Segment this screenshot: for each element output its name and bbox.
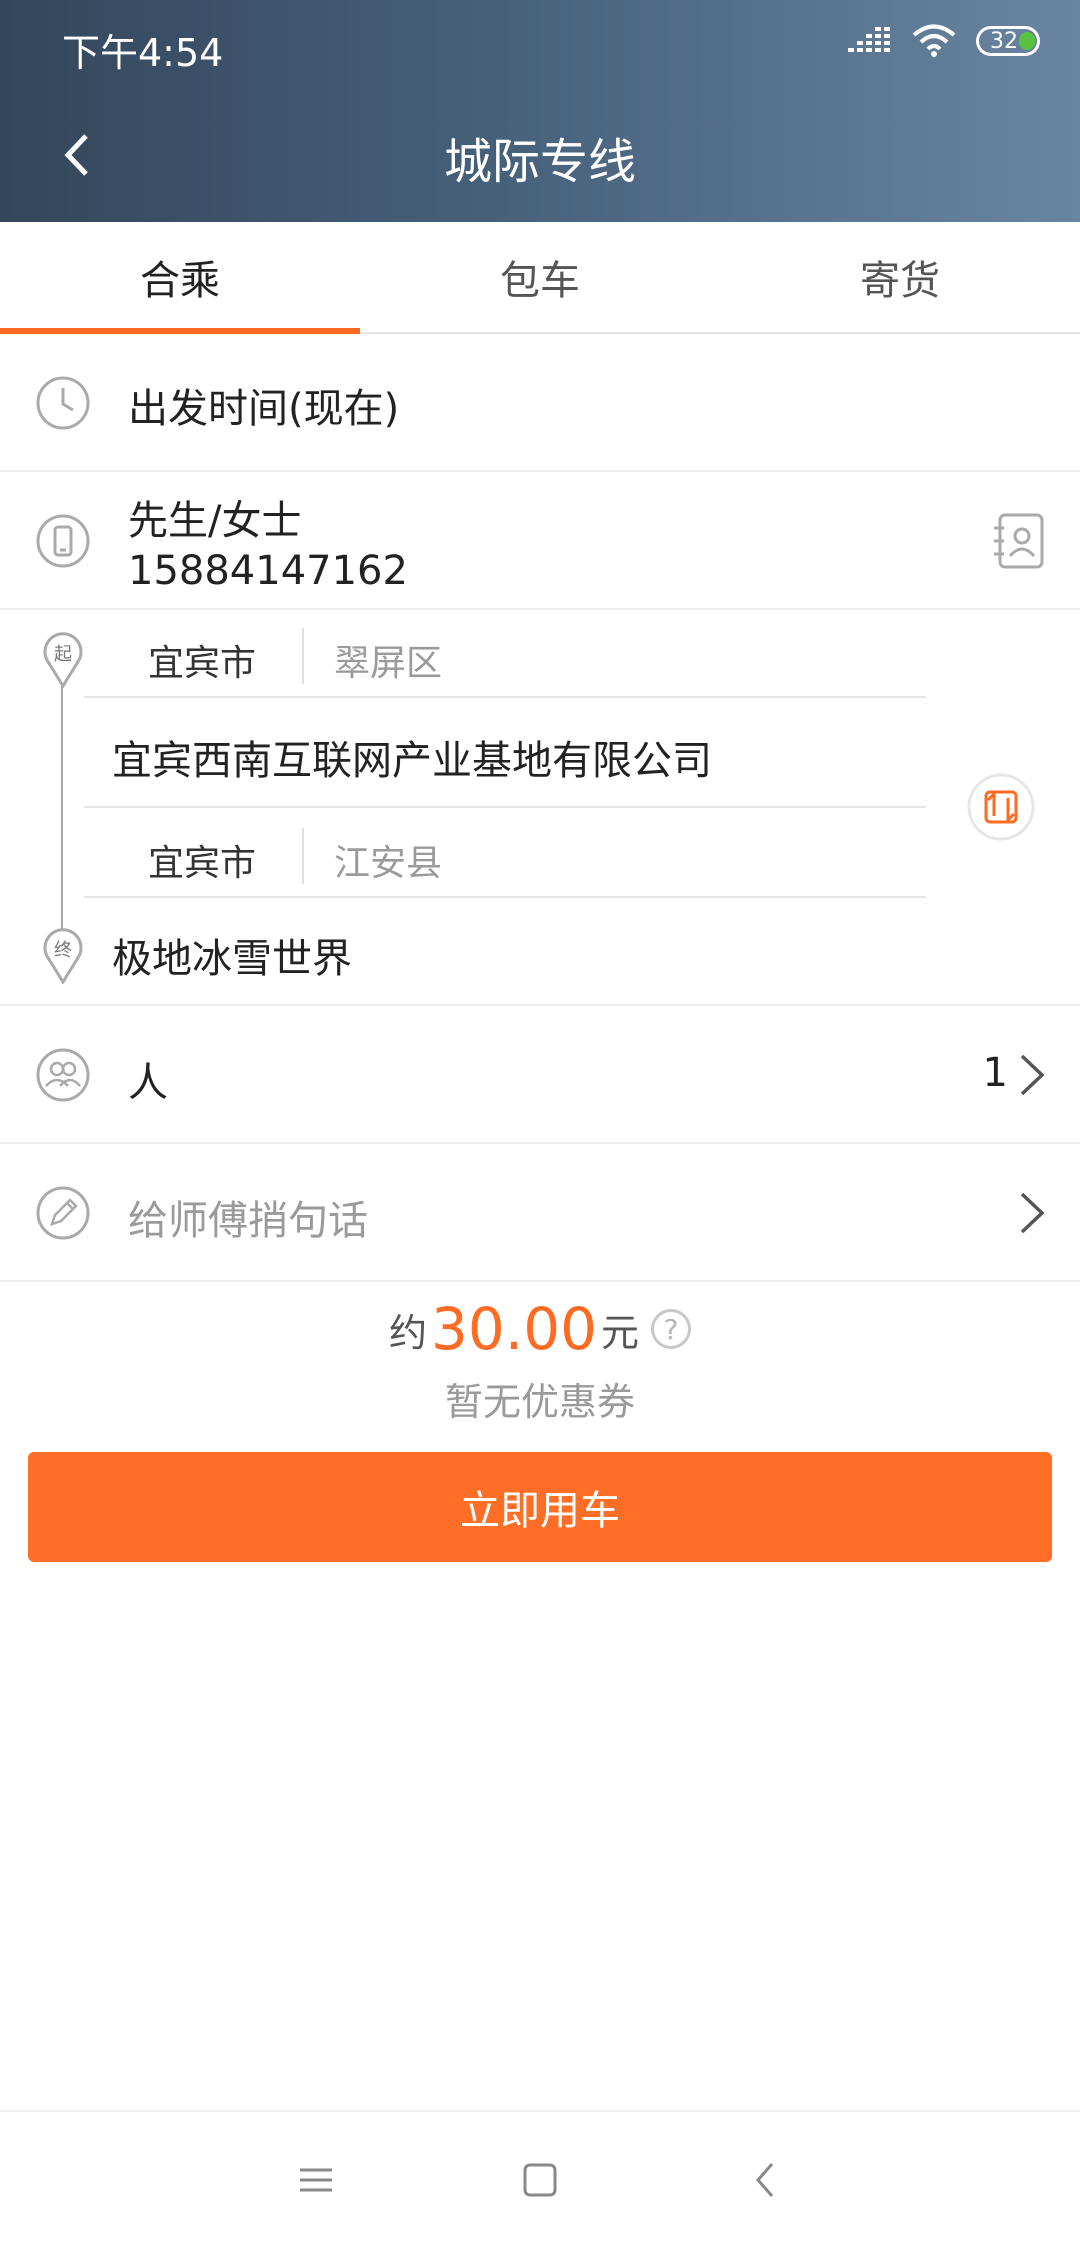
chevron-right-icon bbox=[1020, 1192, 1045, 1234]
status-icons: 32 bbox=[848, 24, 1040, 58]
status-time: 下午4:54 bbox=[62, 31, 224, 75]
price-summary: 约 30.00 元 ? 暂无优惠券 bbox=[0, 1295, 1080, 1426]
end-city[interactable]: 宜宾市 bbox=[148, 834, 256, 886]
clock-icon bbox=[36, 376, 90, 430]
contact-phone: 15884147162 bbox=[128, 548, 408, 594]
price-amount: 30.00 bbox=[430, 1295, 598, 1363]
route-divider-2 bbox=[84, 806, 926, 808]
message-row[interactable]: 给师傅捎句话 bbox=[0, 1144, 1080, 1282]
book-now-button[interactable]: 立即用车 bbox=[28, 1452, 1052, 1562]
help-icon[interactable]: ? bbox=[651, 1309, 692, 1349]
back-nav-icon[interactable] bbox=[736, 2150, 796, 2210]
route-divider-1 bbox=[84, 696, 926, 698]
wifi-icon bbox=[912, 24, 956, 57]
contact-row[interactable]: 先生/女士 15884147162 bbox=[0, 472, 1080, 610]
tab-charter[interactable]: 包车 bbox=[360, 222, 720, 332]
mode-tabs: 合乘 包车 寄货 bbox=[0, 222, 1080, 334]
tab-carpool[interactable]: 合乘 bbox=[0, 222, 360, 332]
pencil-icon bbox=[36, 1186, 90, 1240]
passenger-row[interactable]: 人 1 bbox=[0, 1006, 1080, 1144]
start-marker-label: 起 bbox=[54, 644, 72, 665]
phone-icon bbox=[36, 514, 90, 568]
passenger-label: 人 bbox=[128, 1060, 168, 1106]
coupon-status[interactable]: 暂无优惠券 bbox=[0, 1371, 1080, 1426]
home-icon[interactable] bbox=[510, 2150, 570, 2210]
passenger-count: 1 bbox=[982, 1050, 1008, 1096]
message-placeholder: 给师傅捎句话 bbox=[128, 1198, 368, 1244]
battery-icon: 32 bbox=[976, 26, 1040, 56]
end-marker-label: 终 bbox=[54, 940, 72, 961]
price-unit: 元 bbox=[601, 1310, 640, 1355]
end-address[interactable]: 极地冰雪世界 bbox=[112, 926, 352, 984]
swap-route-icon[interactable] bbox=[966, 772, 1036, 842]
app-header: 下午4:54 32 城际专线 bbox=[0, 0, 1080, 222]
page-title: 城际专线 bbox=[443, 134, 636, 190]
battery-level: 32 bbox=[990, 28, 1018, 54]
price-prefix: 约 bbox=[388, 1310, 427, 1355]
departure-time-row[interactable]: 出发时间(现在) bbox=[0, 334, 1080, 472]
end-city-divider bbox=[302, 828, 304, 884]
signal-icon bbox=[848, 27, 890, 52]
route-track bbox=[61, 680, 63, 938]
start-address[interactable]: 宜宾西南互联网产业基地有限公司 bbox=[112, 728, 712, 786]
departure-time-label: 出发时间(现在) bbox=[128, 386, 400, 432]
passengers-icon bbox=[36, 1048, 90, 1102]
contacts-book-icon[interactable] bbox=[992, 512, 1046, 570]
route-section: 起 终 宜宾市 翠屏区 宜宾西南互联网产业基地有限公司 宜宾市 江安县 极地冰雪… bbox=[0, 610, 1080, 1006]
route-divider-3 bbox=[84, 896, 926, 898]
menu-icon[interactable] bbox=[286, 2150, 346, 2210]
start-district[interactable]: 翠屏区 bbox=[334, 634, 442, 686]
price-line: 约 30.00 元 ? bbox=[0, 1295, 1080, 1363]
contact-name: 先生/女士 bbox=[128, 498, 302, 544]
tab-delivery[interactable]: 寄货 bbox=[720, 222, 1080, 332]
end-district[interactable]: 江安县 bbox=[334, 834, 442, 886]
system-nav-bar bbox=[0, 2110, 1080, 2246]
start-city-divider bbox=[302, 628, 304, 684]
chevron-right-icon bbox=[1020, 1054, 1045, 1096]
start-city[interactable]: 宜宾市 bbox=[148, 634, 256, 686]
